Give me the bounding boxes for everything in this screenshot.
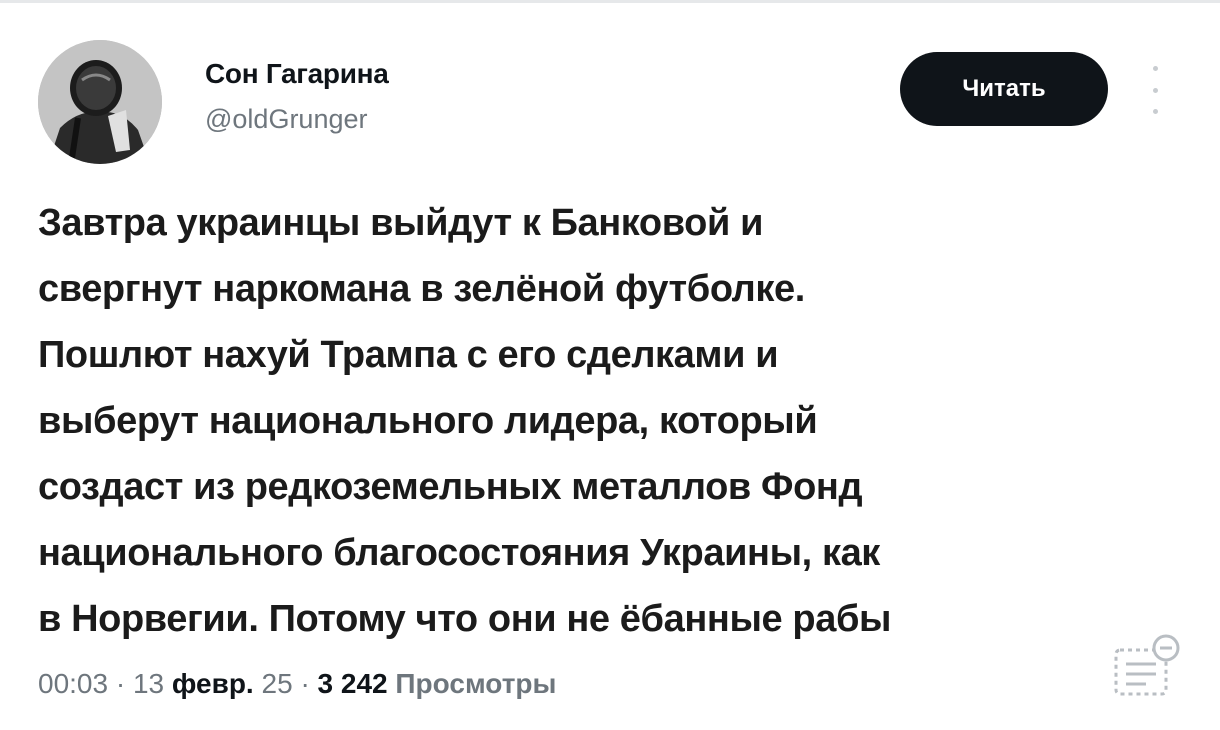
tweet-time[interactable]: 00:03 [38, 668, 108, 699]
tweet-line: Пошлют нахуй Трампа с его сделками и [38, 334, 779, 376]
author-handle[interactable]: @oldGrunger [205, 104, 368, 135]
top-divider [0, 0, 1220, 3]
follow-button[interactable]: Читать [900, 52, 1108, 126]
views-label: Просмотры [395, 668, 557, 699]
more-dot [1152, 66, 1158, 71]
tweet-line: выберут национального лидера, который [38, 400, 818, 442]
tweet-year[interactable]: 25 [262, 668, 293, 699]
meta-separator: · [300, 668, 310, 699]
tweet-line: Завтра украинцы выйдут к Банковой и [38, 202, 764, 244]
meta-separator: · [115, 668, 126, 699]
tweet-text: Завтра украинцы выйдут к Банковой и свер… [38, 190, 1158, 652]
more-dot [1152, 109, 1158, 114]
tweet-line: в Норвегии. Потому что они не ёбанные ра… [38, 598, 892, 640]
astronaut-avatar-icon [38, 40, 162, 164]
more-vertical-icon[interactable] [1145, 66, 1165, 114]
author-avatar[interactable] [38, 40, 162, 164]
author-name[interactable]: Сон Гагарина [205, 58, 389, 90]
tweet-month[interactable]: февр. [172, 668, 254, 699]
tweet-day[interactable]: 13 [133, 668, 164, 699]
tweet-line: национального благосостояния Украины, ка… [38, 532, 880, 574]
more-dot [1152, 87, 1158, 93]
view-count-icon[interactable] [1110, 628, 1186, 702]
tweet-meta: 00:03 · 13 февр. 25 · 3 242 Просмотры [38, 668, 556, 700]
tweet-line: свергнут наркомана в зелёной футболке. [38, 268, 805, 310]
views-count: 3 242 [317, 668, 388, 699]
tweet-line: создаст из редкоземельных металлов Фонд [38, 466, 863, 508]
